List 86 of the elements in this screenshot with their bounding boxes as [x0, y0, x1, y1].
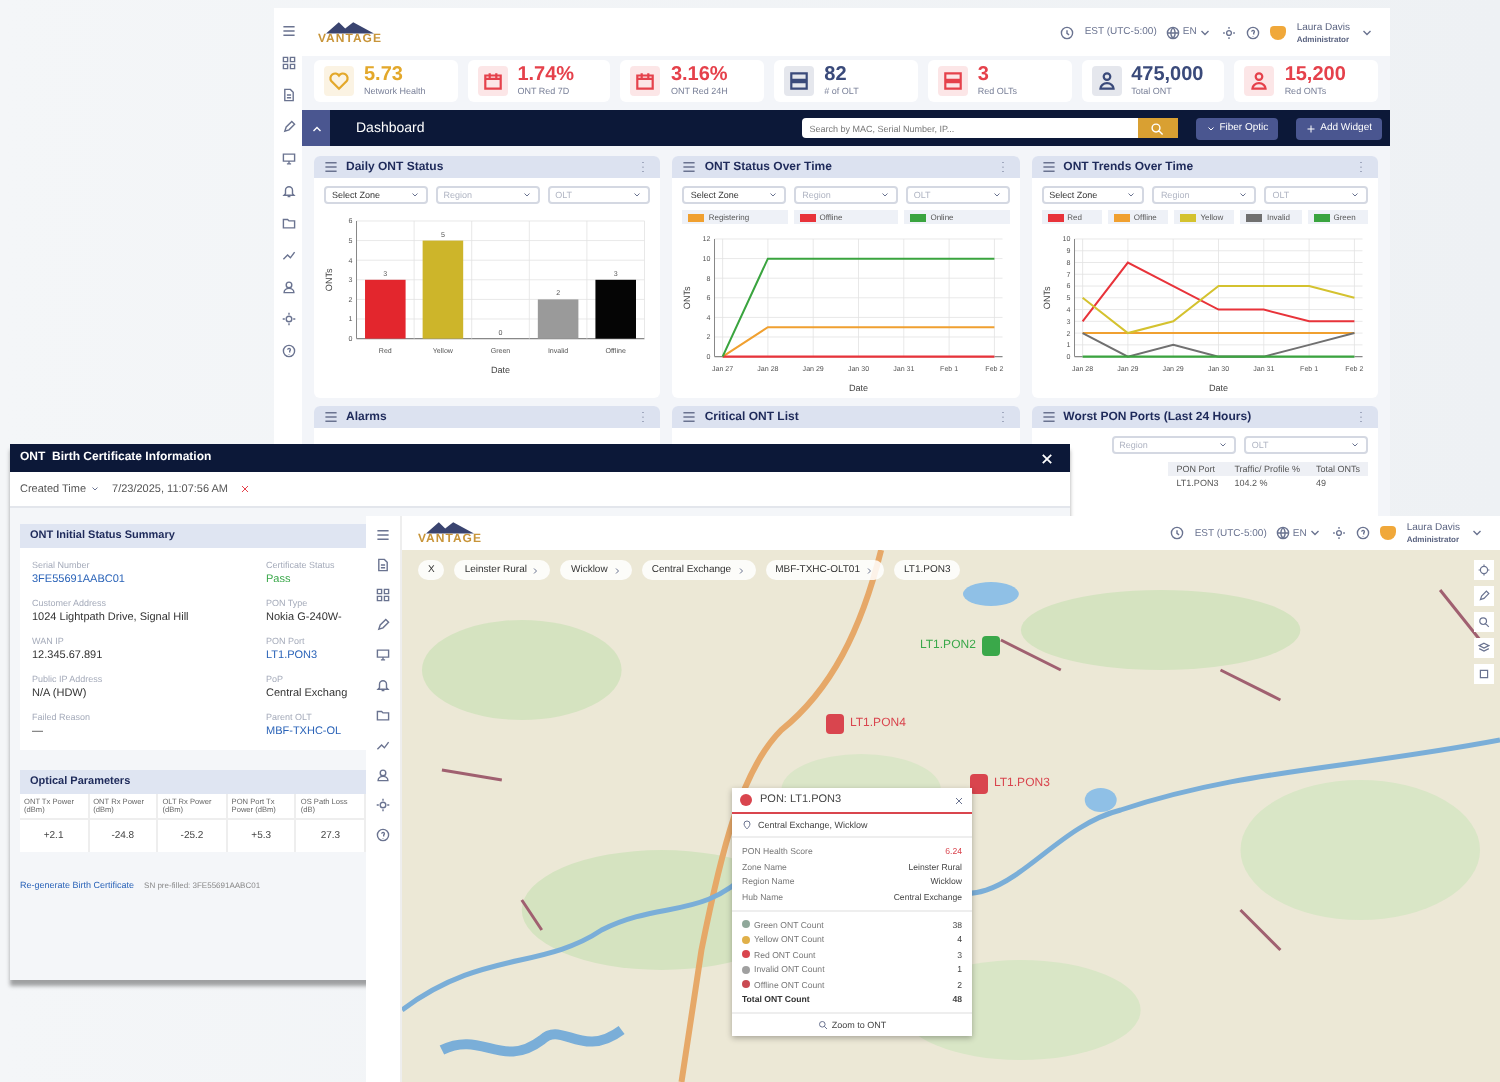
drag-handle-icon[interactable]	[682, 410, 697, 424]
sun-icon[interactable]	[1222, 25, 1237, 39]
drag-handle-icon[interactable]	[682, 160, 697, 174]
bar	[595, 279, 636, 339]
bell-icon[interactable]	[281, 184, 295, 198]
mountain-icon	[425, 520, 474, 534]
folder-icon[interactable]	[376, 708, 390, 722]
person-icon	[1091, 66, 1122, 96]
mountain-icon	[325, 19, 374, 33]
chevron-down-icon	[1198, 25, 1213, 39]
y-axis	[356, 220, 357, 340]
chevron-right-icon	[735, 565, 746, 575]
kpi-value: 475,000	[1131, 66, 1204, 86]
globe-icon	[1166, 25, 1181, 39]
help-icon[interactable]	[376, 828, 390, 842]
map-square-button[interactable]	[1474, 664, 1494, 684]
drag-handle-icon[interactable]	[1041, 160, 1056, 174]
calendar-icon	[477, 66, 508, 96]
kpi-value: 1.74%	[517, 66, 575, 86]
drag-handle-icon[interactable]	[324, 160, 338, 174]
square-icon	[1478, 668, 1490, 680]
chevron-right-icon	[611, 565, 622, 575]
folder-icon[interactable]	[281, 216, 295, 230]
document-icon[interactable]	[376, 558, 390, 572]
help-icon[interactable]	[281, 344, 295, 358]
map-marker[interactable]	[826, 714, 844, 734]
chevron-right-icon	[530, 565, 541, 575]
server-icon	[784, 66, 815, 96]
help-icon[interactable]	[1356, 526, 1371, 540]
map-layers-button[interactable]	[1474, 638, 1494, 658]
menu-icon[interactable]	[281, 24, 295, 38]
chevron-right-icon	[864, 565, 874, 575]
chevron-down-icon[interactable]	[1360, 25, 1374, 39]
pen-icon[interactable]	[376, 618, 390, 632]
grid-icon[interactable]	[376, 588, 390, 602]
kpi-value: 3.16%	[670, 66, 728, 86]
person-icon	[1244, 66, 1275, 96]
bar	[365, 279, 406, 339]
bell-icon[interactable]	[376, 678, 390, 692]
trend-icon[interactable]	[281, 248, 295, 262]
menu-icon[interactable]	[376, 528, 390, 542]
grid-icon[interactable]	[281, 56, 295, 70]
bar	[422, 240, 464, 339]
kpi-value: 5.73	[364, 66, 405, 86]
user-icon[interactable]	[281, 280, 295, 294]
map-search-button[interactable]	[1474, 612, 1494, 632]
map-target-button[interactable]	[1474, 560, 1494, 580]
sun-icon[interactable]	[1332, 526, 1347, 540]
pin-icon	[742, 820, 752, 830]
globe-icon	[1276, 526, 1291, 540]
chevron-up-icon	[309, 121, 323, 135]
kpi-value: 15,200	[1284, 66, 1346, 86]
target-icon	[1478, 564, 1490, 576]
drag-handle-icon[interactable]	[1041, 410, 1056, 424]
bar	[537, 299, 579, 339]
monitor-icon[interactable]	[376, 648, 390, 662]
trend-icon[interactable]	[376, 738, 390, 752]
monitor-icon[interactable]	[281, 152, 295, 166]
avatar-icon	[1270, 25, 1287, 39]
search-icon	[1150, 121, 1165, 135]
y-axis	[714, 238, 716, 358]
clear-icon[interactable]	[240, 484, 251, 494]
chevron-down-icon[interactable]	[1470, 526, 1484, 540]
pen-icon	[1478, 590, 1490, 602]
document-icon[interactable]	[281, 88, 295, 102]
kpi-value: 82	[824, 66, 849, 86]
avatar-icon	[1380, 526, 1397, 540]
kpi-value: 3	[977, 66, 991, 86]
clock-icon	[1170, 526, 1185, 540]
user-icon[interactable]	[376, 768, 390, 782]
map-pen-button[interactable]	[1474, 586, 1494, 606]
heart-icon	[324, 66, 354, 96]
search-icon	[1478, 616, 1490, 628]
search-icon	[817, 1020, 828, 1030]
help-icon[interactable]	[1246, 25, 1261, 39]
search-button[interactable]	[1137, 118, 1178, 138]
server-icon	[937, 66, 968, 96]
calendar-icon	[630, 66, 661, 96]
chevron-down-icon	[1308, 526, 1323, 540]
layers-icon	[1478, 642, 1490, 654]
map-marker[interactable]	[970, 774, 988, 794]
pen-icon[interactable]	[281, 120, 295, 134]
clock-icon	[1060, 25, 1075, 39]
y-axis	[1073, 238, 1075, 358]
drag-handle-icon[interactable]	[324, 410, 338, 424]
plus-icon	[1306, 123, 1317, 133]
